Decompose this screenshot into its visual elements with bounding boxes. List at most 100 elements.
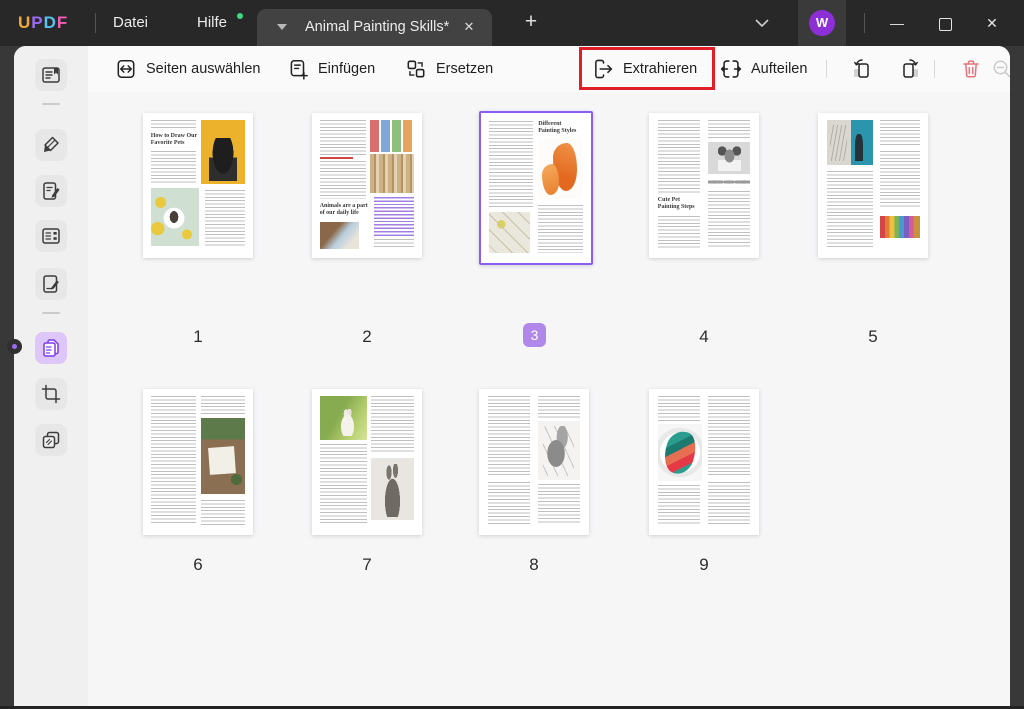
sidebar-item-stamp[interactable] [35, 424, 67, 456]
sidebar-item-edit[interactable] [35, 175, 67, 207]
text-lines [150, 150, 196, 183]
page-thumbnail-5[interactable] [818, 113, 928, 258]
photo-block [201, 418, 246, 495]
divider [934, 60, 935, 78]
photo-block [150, 188, 200, 247]
chevron-down-icon[interactable] [277, 24, 287, 30]
chevron-down-icon[interactable] [755, 19, 769, 28]
sketch-half [830, 124, 848, 161]
divider [864, 13, 865, 33]
page-thumbnail-1[interactable]: How to Draw Our Favorite Pets [143, 113, 253, 258]
sidebar-collapse-handle[interactable] [7, 339, 22, 354]
zoom-out-button[interactable] [990, 57, 1010, 81]
thumb-heading: Different Painting Styles [538, 120, 577, 134]
horse-sketch [542, 425, 575, 476]
text-lines [373, 239, 415, 250]
highlight-annotation [579, 47, 715, 90]
insert-icon [290, 59, 308, 80]
handle-dot [12, 344, 17, 349]
stamp-icon [42, 431, 60, 449]
tool-sidebar [14, 46, 88, 706]
text-lines [319, 444, 367, 525]
text-lines [708, 396, 751, 477]
page-thumbnail-7[interactable] [312, 389, 422, 535]
sketches-row [708, 176, 751, 187]
page-number: 4 [699, 327, 709, 346]
page-thumbnail-3[interactable]: Different Painting Styles [479, 111, 593, 265]
highlighter-icon [44, 136, 59, 152]
app-window: Seiten auswählen Einfügen Ersetzen Extra… [14, 46, 1010, 706]
page-thumbnail-6[interactable] [143, 389, 253, 535]
text-lines [488, 120, 533, 208]
page-thumbnail-8[interactable] [479, 389, 589, 535]
menu-datei[interactable]: Datei [113, 0, 148, 46]
sidebar-item-crop[interactable] [35, 378, 67, 410]
rabbit-sketch [379, 463, 405, 517]
text-lines [487, 482, 530, 525]
split-button[interactable]: Aufteilen [720, 46, 807, 92]
brushes-photo [370, 154, 415, 194]
rotate-right-icon [903, 59, 918, 78]
pencils-photo [879, 215, 921, 238]
photo-block [657, 424, 702, 481]
rotate-right-button[interactable] [898, 57, 922, 81]
text-lines [201, 499, 246, 525]
photo-block [826, 120, 873, 166]
avatar[interactable]: W [809, 10, 835, 36]
trash-icon [963, 60, 979, 78]
pug-photo [209, 138, 238, 182]
sidebar-item-reader[interactable] [35, 59, 67, 91]
dog-photo [717, 145, 741, 172]
split-label: Aufteilen [751, 61, 808, 77]
notification-dot [237, 13, 243, 19]
page-thumbnail-2[interactable]: Animals are a part of our daily life [312, 113, 422, 258]
maximize-button[interactable] [928, 0, 962, 46]
photo-block [538, 421, 581, 480]
replace-button[interactable]: Ersetzen [405, 46, 493, 92]
tab-title: Animal Painting Skills* [305, 19, 450, 35]
insert-button[interactable]: Einfügen [287, 46, 375, 92]
sidebar-item-organize-pages[interactable] [35, 332, 67, 364]
text-lines [879, 150, 921, 209]
select-pages-button[interactable]: Seiten auswählen [115, 46, 260, 92]
maximize-icon [938, 17, 952, 31]
text-lines [657, 396, 700, 422]
page-number: 8 [529, 555, 539, 574]
delete-page-button[interactable] [959, 57, 983, 81]
text-lines [201, 396, 246, 416]
red-underline [319, 156, 353, 159]
page-grid: How to Draw Our Favorite Pets 1 Animals … [88, 92, 1010, 706]
crop-icon [41, 384, 61, 404]
text-lines [371, 396, 415, 454]
owl-art [658, 427, 701, 478]
palette-grid [370, 120, 415, 153]
text-lines [657, 485, 700, 525]
text-lines [487, 396, 530, 477]
divider [42, 312, 60, 314]
divider [826, 60, 827, 78]
rotate-left-button[interactable] [850, 57, 874, 81]
photo-block [319, 396, 367, 441]
new-tab-button[interactable]: + [518, 9, 544, 37]
page-thumbnail-4[interactable]: Cute Pet Painting Steps [649, 113, 759, 258]
close-button[interactable]: ✕ [975, 0, 1009, 46]
thumb-heading: How to Draw Our Favorite Pets [150, 132, 198, 146]
sidebar-item-sign[interactable] [35, 268, 67, 300]
page-number: 6 [193, 555, 203, 574]
sidebar-item-form[interactable] [35, 220, 67, 252]
page-thumbnail-9[interactable] [649, 389, 759, 535]
thumb-heading: Animals are a part of our daily life [319, 202, 368, 217]
divider [42, 103, 60, 105]
document-tab[interactable]: Animal Painting Skills* ✕ [257, 9, 492, 46]
text-lines [150, 120, 196, 129]
minimize-button[interactable]: — [880, 0, 914, 46]
insert-label: Einfügen [318, 61, 376, 77]
sidebar-item-comment[interactable] [35, 129, 67, 161]
tab-close-icon[interactable]: ✕ [460, 18, 478, 36]
fox-shape [541, 163, 559, 195]
account-button[interactable]: W [798, 0, 846, 46]
menu-hilfe[interactable]: Hilfe [197, 0, 227, 46]
photo-block [371, 457, 415, 521]
rabbit-photo [337, 408, 357, 436]
text-lines [319, 120, 366, 156]
